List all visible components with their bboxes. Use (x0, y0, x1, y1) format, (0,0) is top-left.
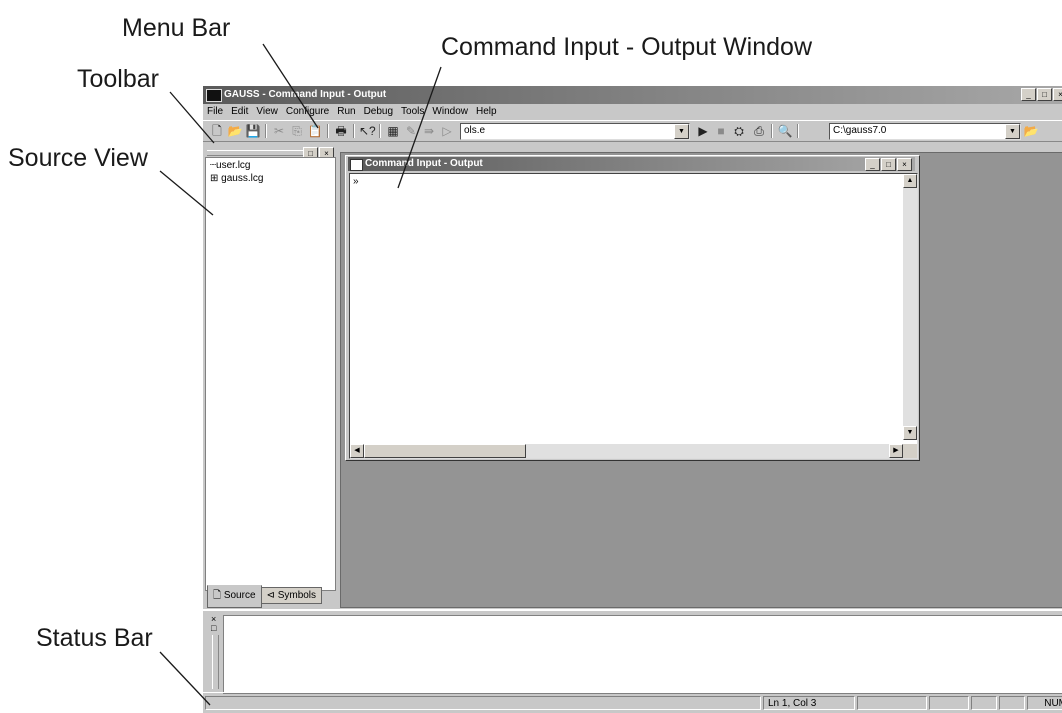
tab-label: Symbols (277, 590, 317, 601)
copy-icon[interactable]: ⎘ (289, 123, 305, 139)
chevron-down-icon[interactable]: ▼ (1005, 124, 1020, 139)
stop-icon[interactable]: ■ (713, 123, 729, 139)
run-icon[interactable]: ▶ (695, 123, 711, 139)
callout-status-bar: Status Bar (36, 624, 153, 652)
tab-source[interactable]: 🗋 Source (207, 585, 262, 608)
document-icon (350, 159, 363, 171)
step-icon[interactable]: ⇛ (421, 123, 437, 139)
tab-symbols[interactable]: ⊲ Symbols (260, 587, 323, 604)
menu-configure[interactable]: Configure (282, 105, 333, 118)
edit-icon[interactable]: ✎ (403, 123, 419, 139)
status-num: NUM (1027, 696, 1062, 710)
callout-menu-bar: Menu Bar (122, 14, 231, 42)
vertical-scrollbar[interactable]: ▲ ▼ (903, 174, 917, 440)
status-bar: Ln 1, Col 3 NUM (203, 692, 1062, 713)
command-window-titlebar[interactable]: Command Input - Output _ □ × (348, 157, 915, 171)
menu-file[interactable]: File (203, 105, 227, 118)
tree-item-user-lcg[interactable]: ┈user.lcg (210, 160, 251, 171)
scroll-down-button[interactable]: ▼ (903, 426, 917, 440)
scroll-up-button[interactable]: ▲ (903, 174, 917, 188)
scroll-right-button[interactable]: ▶ (889, 444, 903, 458)
gauss-window: GAUSS - Command Input - Output _ □ × File E… (203, 86, 1062, 713)
open-folder-icon[interactable]: 📂 (227, 123, 243, 139)
callout-source-view: Source View (8, 144, 148, 172)
toolbar-separator (797, 124, 799, 138)
output-pane: × □ (203, 609, 1062, 694)
chevron-down-icon[interactable]: ▼ (674, 124, 689, 139)
toolbar-separator (771, 124, 773, 138)
window-title: GAUSS - Command Input - Output (224, 89, 387, 100)
status-panel (971, 696, 997, 710)
status-panel (929, 696, 969, 710)
menu-bar: File Edit View Configure Run Debug Tools Window… (203, 105, 1062, 120)
toolbar-separator (265, 124, 267, 138)
graph-icon[interactable]: 🔍 (777, 123, 793, 139)
context-help-icon[interactable]: ↖? (359, 123, 376, 139)
size-grip[interactable] (903, 444, 917, 458)
output-area[interactable] (223, 615, 1062, 694)
paste-icon[interactable]: 📋 (307, 123, 323, 139)
status-panel (999, 696, 1025, 710)
source-tabs: 🗋 Source ⊲ Symbols (207, 585, 323, 608)
close-button[interactable]: × (897, 158, 912, 171)
restore-icon[interactable]: □ (211, 623, 216, 633)
horizontal-scroll-thumb[interactable] (364, 444, 526, 458)
menu-debug[interactable]: Debug (360, 105, 397, 118)
mdi-workspace: Command Input - Output _ □ × » ▲ ▼ ◀ ▶ (340, 152, 1062, 608)
toolbar-separator (379, 124, 381, 138)
horizontal-scrollbar[interactable]: ◀ ▶ (350, 444, 903, 458)
source-tree: ┈user.lcg ⊞ gauss.lcg (205, 157, 336, 591)
scroll-left-button[interactable]: ◀ (350, 444, 364, 458)
callout-toolbar: Toolbar (77, 65, 159, 93)
tab-label: Source (223, 590, 256, 601)
directory-combo[interactable]: C:\gauss7.0 ▼ (829, 123, 1021, 140)
command-window: Command Input - Output _ □ × » ▲ ▼ ◀ ▶ (345, 155, 920, 461)
output-pane-buttons: × □ (211, 615, 216, 633)
status-panel (857, 696, 927, 710)
close-button[interactable]: × (1053, 88, 1062, 101)
menu-edit[interactable]: Edit (227, 105, 252, 118)
command-input-area[interactable]: » ▲ ▼ ◀ ▶ (349, 173, 918, 459)
tree-item-label: gauss.lcg (221, 173, 264, 184)
title-bar[interactable]: GAUSS - Command Input - Output _ □ × (203, 86, 1062, 104)
library-tool-icon[interactable]: ▦ (385, 123, 401, 139)
command-prompt: » (353, 176, 359, 187)
menu-window[interactable]: Window (428, 105, 472, 118)
file-combo[interactable]: ols.e ▼ (460, 123, 690, 140)
minimize-button[interactable]: _ (865, 158, 880, 171)
print-icon[interactable]: 🖶 (333, 123, 349, 139)
minimize-button[interactable]: _ (1021, 88, 1036, 101)
new-file-icon[interactable]: 🗋 (209, 123, 225, 139)
status-position: Ln 1, Col 3 (763, 696, 855, 710)
directory-combo-value: C:\gauss7.0 (833, 125, 887, 136)
menu-run[interactable]: Run (333, 105, 359, 118)
toolbar-separator (327, 124, 329, 138)
drag-grip[interactable] (212, 635, 219, 689)
gauss-app-icon (206, 89, 222, 102)
callout-command-window: Command Input - Output Window (441, 33, 812, 61)
debug-icon[interactable]: ⛭ (731, 123, 747, 139)
menu-help[interactable]: Help (472, 105, 501, 118)
source-view-panel: □ × ┈user.lcg ⊞ gauss.lcg 🗋 Source ⊲ Symbo… (205, 143, 336, 608)
toolbar: 🗋 📂 💾 ✂ ⎘ 📋 🖶 ↖? ▦ ✎ ⇛ ▷ ols.e ▼ ▶ ■ ⛭ ⎙… (203, 120, 1062, 142)
tree-item-label: user.lcg (216, 160, 251, 171)
maximize-button[interactable]: □ (1037, 88, 1052, 101)
save-icon[interactable]: 💾 (245, 123, 261, 139)
toolbar-separator (353, 124, 355, 138)
tree-item-gauss-lcg[interactable]: ⊞ gauss.lcg (210, 173, 263, 184)
file-combo-value: ols.e (464, 125, 486, 136)
menu-view[interactable]: View (252, 105, 282, 118)
maximize-button[interactable]: □ (881, 158, 896, 171)
status-main (205, 696, 761, 710)
compile-icon[interactable]: ⎙ (751, 123, 767, 139)
command-window-buttons: _ □ × (864, 158, 912, 171)
run-file-icon[interactable]: ▷ (439, 123, 455, 139)
menu-tools[interactable]: Tools (397, 105, 428, 118)
drag-grip[interactable] (207, 150, 307, 156)
cut-icon[interactable]: ✂ (271, 123, 287, 139)
window-caption-buttons: _ □ × (1020, 88, 1062, 101)
command-window-title: Command Input - Output (365, 158, 483, 169)
browse-folder-icon[interactable]: 📂 (1023, 123, 1039, 139)
